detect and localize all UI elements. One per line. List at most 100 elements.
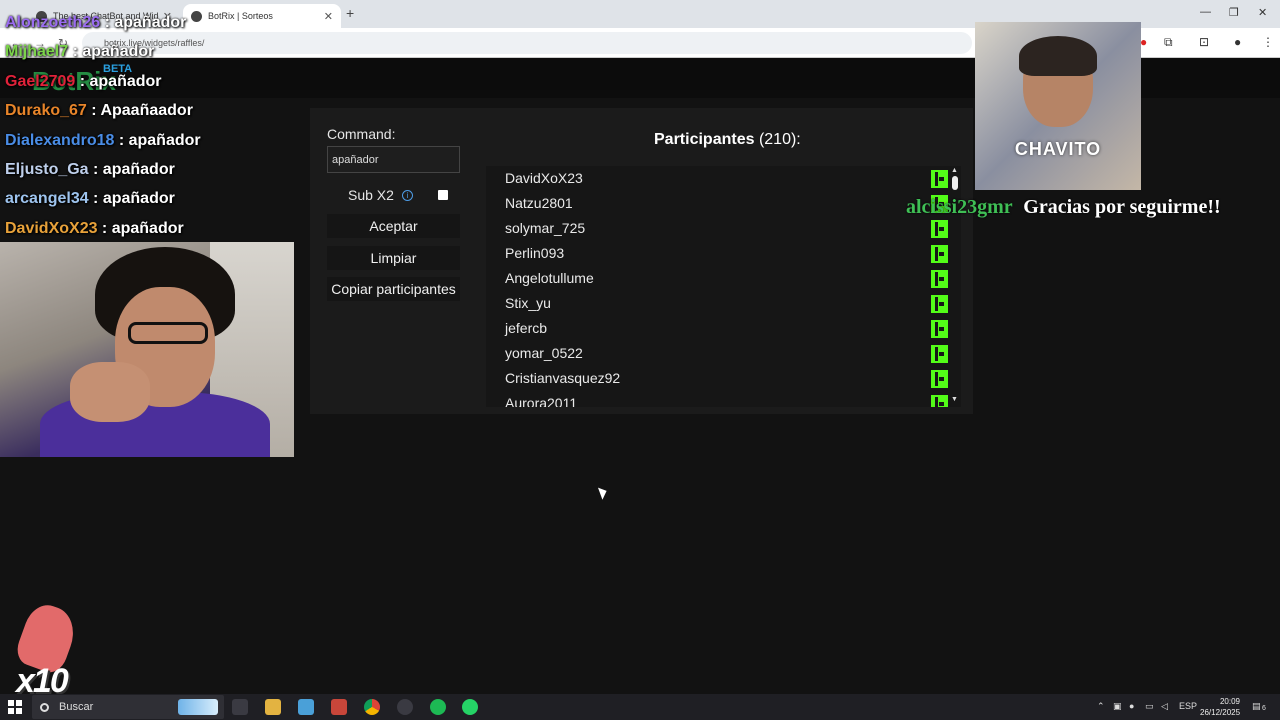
- whatsapp-icon[interactable]: [462, 699, 478, 715]
- tray-chevron-icon[interactable]: ⌃: [1097, 701, 1105, 712]
- weather-widget-icon[interactable]: [178, 699, 218, 715]
- address-bar[interactable]: botrix.live/widgets/raffles/: [82, 32, 972, 54]
- taskbar-clock[interactable]: 20:09 26/12/2025: [1200, 696, 1240, 718]
- command-input[interactable]: [327, 146, 460, 173]
- follower-image-caption: CHAVITO: [1014, 139, 1102, 159]
- chat-username: Dialexandro18: [5, 131, 115, 149]
- chrome-icon[interactable]: [364, 699, 380, 715]
- participant-name: Perlin093: [505, 245, 565, 261]
- minimize-icon[interactable]: —: [1200, 6, 1211, 18]
- chat-username: Mijhael7: [5, 43, 69, 61]
- notifications-count: 6: [1262, 705, 1266, 712]
- chat-overlay: Alonzoeth26 : apañador Mijhael7 : apañado…: [5, 12, 201, 247]
- participant-row[interactable]: Perlin093: [505, 241, 948, 266]
- chat-text: apañador: [102, 190, 175, 208]
- chat-text: Apaañaador: [100, 102, 193, 120]
- participant-name: Angelotullume: [505, 270, 594, 286]
- chat-message: Eljusto_Ga : apañador: [5, 160, 175, 178]
- notifications-icon[interactable]: ▤: [1252, 701, 1261, 712]
- chat-text: apañador: [114, 14, 187, 31]
- follower-name: alcissi23gmr: [906, 196, 1013, 218]
- app-icon[interactable]: [397, 699, 413, 715]
- participant-row[interactable]: Stix_yu: [505, 291, 948, 316]
- screenshot-icon[interactable]: ⊡: [1199, 35, 1209, 49]
- scroll-up-icon[interactable]: ▲: [951, 167, 958, 174]
- participant-row[interactable]: Aurora2011: [505, 391, 948, 407]
- profile-avatar-icon[interactable]: ●: [1234, 35, 1241, 49]
- accept-button[interactable]: Aceptar: [327, 214, 460, 238]
- clear-button[interactable]: Limpiar: [327, 246, 460, 270]
- chat-message: Gael2709 : apañador: [5, 72, 162, 90]
- chat-username: Alonzoeth26: [5, 14, 101, 31]
- participants-count: (210):: [758, 131, 801, 148]
- chat-text: apañador: [82, 43, 155, 61]
- sub-x2-option: Sub X2 i: [348, 187, 413, 203]
- search-icon: [40, 702, 49, 712]
- kick-logo-icon: [931, 170, 948, 188]
- participant-row[interactable]: Natzu2801: [505, 191, 948, 216]
- chat-message: Durako_67 : Apaañaador: [5, 102, 193, 120]
- microphone-icon[interactable]: ●: [1129, 701, 1134, 711]
- scroll-down-icon[interactable]: ▼: [951, 396, 958, 403]
- restore-icon[interactable]: ❐: [1229, 6, 1239, 19]
- close-window-icon[interactable]: ✕: [1258, 6, 1267, 19]
- participant-row[interactable]: Cristianvasquez92: [505, 366, 948, 391]
- tab-botrix-sorteos[interactable]: BotRix | Sorteos ✕: [183, 4, 341, 28]
- streamer-webcam: [0, 242, 294, 457]
- app-icon[interactable]: [298, 699, 314, 715]
- participant-name: Cristianvasquez92: [505, 370, 621, 386]
- sub-x2-checkbox[interactable]: [438, 190, 448, 200]
- chat-username: arcangel34: [5, 190, 89, 208]
- opera-extension-icon[interactable]: ●: [1140, 35, 1147, 49]
- app-icon[interactable]: [331, 699, 347, 715]
- spotify-icon[interactable]: [430, 699, 446, 715]
- participant-row[interactable]: DavidXoX23: [505, 166, 948, 191]
- chat-message: Dialexandro18 : apañador: [5, 131, 201, 149]
- tab-label: BotRix | Sorteos: [208, 11, 273, 21]
- kick-logo-icon: [931, 220, 948, 238]
- copy-participants-button[interactable]: Copiar participantes: [327, 277, 460, 301]
- tray-app-icon[interactable]: ▣: [1113, 701, 1122, 712]
- kick-logo-icon: [931, 295, 948, 313]
- mouse-cursor-icon: [597, 485, 610, 500]
- chat-text: apañador: [111, 219, 184, 237]
- chat-username: DavidXoX23: [5, 219, 98, 237]
- task-view-icon[interactable]: [232, 699, 248, 715]
- participants-list[interactable]: DavidXoX23 Natzu2801 solymar_725 Perlin093 A…: [486, 166, 949, 407]
- close-tab-icon[interactable]: ✕: [324, 10, 333, 23]
- language-indicator[interactable]: ESP: [1179, 701, 1197, 711]
- menu-dots-icon[interactable]: ⋮: [1262, 35, 1274, 49]
- participant-name: Aurora2011: [505, 395, 578, 407]
- info-icon[interactable]: i: [401, 189, 413, 201]
- chat-username: Eljusto_Ga: [5, 160, 89, 178]
- participant-row[interactable]: jefercb: [505, 316, 948, 341]
- participant-name: Stix_yu: [505, 295, 551, 311]
- follow-message: Gracias por seguirme!!: [1023, 196, 1221, 218]
- network-icon[interactable]: ▭: [1145, 701, 1154, 712]
- scrollbar-thumb[interactable]: [952, 176, 958, 190]
- sub-x2-label: Sub X2: [348, 187, 394, 203]
- new-tab-icon[interactable]: +: [346, 5, 354, 21]
- chat-message: arcangel34 : apañador: [5, 190, 175, 208]
- kick-logo-icon: [931, 245, 948, 263]
- chat-text: apañador: [128, 131, 201, 149]
- participant-row[interactable]: yomar_0522: [505, 341, 948, 366]
- kick-logo-icon: [931, 345, 948, 363]
- windows-start-icon[interactable]: [8, 700, 22, 714]
- taskbar-search-label: Buscar: [59, 701, 94, 713]
- participant-name: Natzu2801: [505, 195, 573, 211]
- clock-date: 26/12/2025: [1200, 708, 1241, 717]
- windows-taskbar: Buscar ⌃ ▣ ● ▭ ◁ ESP 20:09 26/12/2025 ▤ …: [0, 694, 1280, 720]
- chat-message: Alonzoeth26 : apañador: [5, 14, 187, 31]
- chat-username: Durako_67: [5, 102, 87, 120]
- participant-name: yomar_0522: [505, 345, 583, 361]
- extensions-icon[interactable]: ⧉: [1164, 35, 1173, 50]
- participant-row[interactable]: solymar_725: [505, 216, 948, 241]
- clock-time: 20:09: [1219, 697, 1240, 706]
- follow-alert: alcissi23gmr Gracias por seguirme!!: [906, 196, 1221, 219]
- volume-icon[interactable]: ◁: [1161, 701, 1168, 712]
- chat-text: apañador: [89, 72, 162, 90]
- participants-title: Participantes (210):: [654, 131, 801, 149]
- file-explorer-icon[interactable]: [265, 699, 281, 715]
- participant-row[interactable]: Angelotullume: [505, 266, 948, 291]
